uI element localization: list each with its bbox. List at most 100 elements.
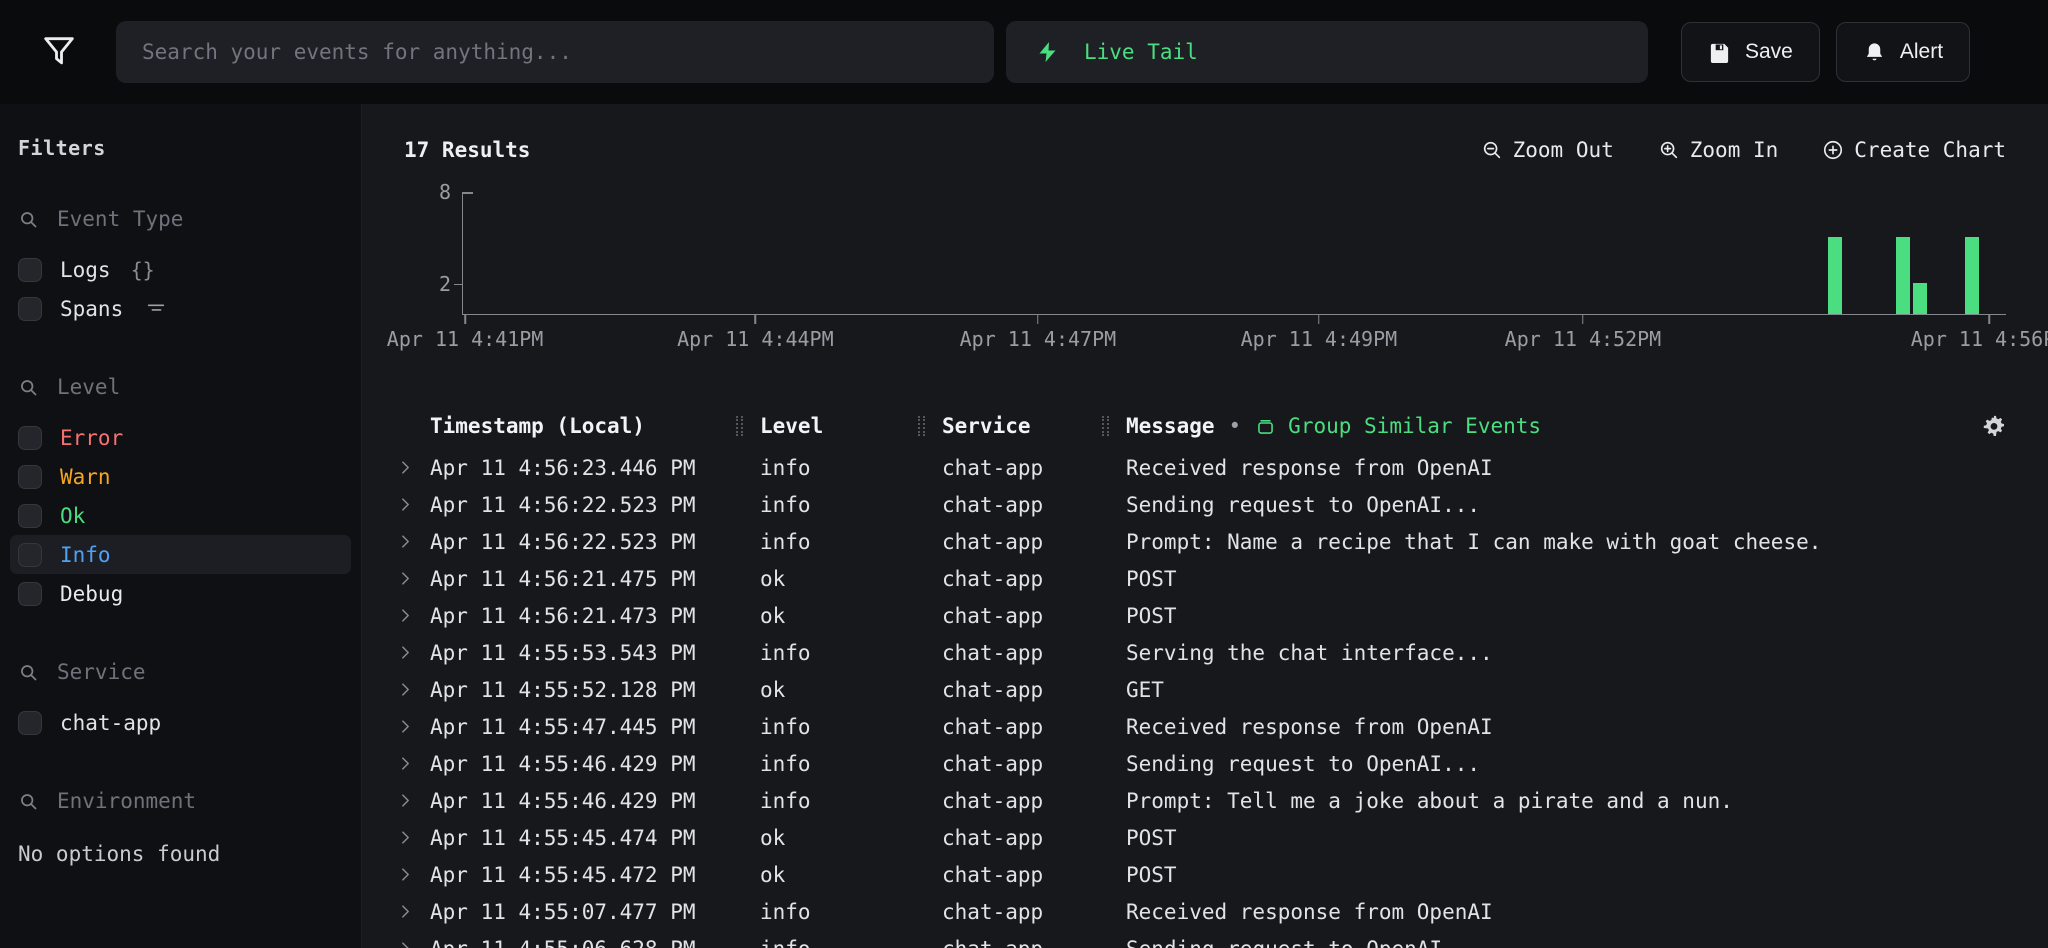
event-service: chat-app (942, 493, 1126, 517)
filter-option-level[interactable]: Error (10, 418, 351, 457)
chevron-right-icon[interactable] (398, 719, 430, 734)
filter-funnel-button[interactable] (36, 29, 82, 75)
event-service: chat-app (942, 604, 1126, 628)
level-checkbox[interactable] (18, 543, 42, 567)
zoom-out-icon (1481, 139, 1503, 161)
level-search[interactable]: Level (18, 372, 343, 402)
filter-option-level[interactable]: Info (10, 535, 351, 574)
level-checkbox[interactable] (18, 465, 42, 489)
chevron-right-icon[interactable] (398, 460, 430, 475)
event-message: Received response from OpenAI (1126, 900, 2006, 924)
search-icon (18, 377, 39, 398)
level-option-label: Warn (60, 465, 111, 489)
create-chart-button[interactable]: Create Chart (1822, 138, 2006, 162)
level-option-label: Ok (60, 504, 85, 528)
bolt-icon (1036, 40, 1060, 64)
level-checkbox[interactable] (18, 504, 42, 528)
y-tick-mark (462, 192, 473, 194)
event-row[interactable]: Apr 11 4:55:52.128 PM ok chat-app GET (398, 671, 2006, 708)
filter-option-level[interactable]: Warn (10, 457, 351, 496)
column-resize-grip[interactable] (736, 416, 743, 436)
alert-button[interactable]: Alert (1836, 22, 1970, 82)
column-resize-grip[interactable] (918, 416, 925, 436)
x-tick-mark (1318, 315, 1320, 324)
event-service: chat-app (942, 863, 1126, 887)
filter-option-chat-app[interactable]: chat-app (10, 703, 351, 742)
funnel-icon (39, 32, 79, 72)
logs-checkbox[interactable] (18, 258, 42, 282)
event-service: chat-app (942, 641, 1126, 665)
logs-braces: {} (131, 258, 155, 282)
event-type-placeholder: Event Type (57, 207, 183, 231)
chevron-right-icon[interactable] (398, 941, 430, 948)
event-type-search[interactable]: Event Type (18, 204, 343, 234)
environment-search[interactable]: Environment (18, 786, 343, 816)
event-row[interactable]: Apr 11 4:55:46.429 PM info chat-app Prom… (398, 782, 2006, 819)
event-row[interactable]: Apr 11 4:55:47.445 PM info chat-app Rece… (398, 708, 2006, 745)
chevron-right-icon[interactable] (398, 534, 430, 549)
level-checkbox[interactable] (18, 426, 42, 450)
chevron-right-icon[interactable] (398, 608, 430, 623)
event-row[interactable]: Apr 11 4:56:21.473 PM ok chat-app POST (398, 597, 2006, 634)
chevron-right-icon[interactable] (398, 867, 430, 882)
circle-plus-icon (1822, 139, 1844, 161)
event-row[interactable]: Apr 11 4:56:22.523 PM info chat-app Send… (398, 486, 2006, 523)
results-count: 17 Results (404, 138, 530, 162)
event-row[interactable]: Apr 11 4:56:21.475 PM ok chat-app POST (398, 560, 2006, 597)
live-tail-button[interactable]: Live Tail (1006, 21, 1648, 83)
filter-option-logs[interactable]: Logs {} (10, 250, 351, 289)
zoom-out-button[interactable]: Zoom Out (1481, 138, 1614, 162)
spans-checkbox[interactable] (18, 297, 42, 321)
chevron-right-icon[interactable] (398, 756, 430, 771)
event-row[interactable]: Apr 11 4:56:22.523 PM info chat-app Prom… (398, 523, 2006, 560)
event-timestamp: Apr 11 4:56:23.446 PM (430, 456, 760, 480)
event-row[interactable]: Apr 11 4:56:23.446 PM info chat-app Rece… (398, 449, 2006, 486)
event-row[interactable]: Apr 11 4:55:53.543 PM info chat-app Serv… (398, 634, 2006, 671)
chat-app-checkbox[interactable] (18, 711, 42, 735)
chart-actions: Zoom Out Zoom In (1481, 138, 2006, 162)
event-row[interactable]: Apr 11 4:55:45.474 PM ok chat-app POST (398, 819, 2006, 856)
event-timestamp: Apr 11 4:55:45.474 PM (430, 826, 760, 850)
event-timestamp: Apr 11 4:56:22.523 PM (430, 530, 760, 554)
service-search[interactable]: Service (18, 657, 343, 687)
event-level: ok (760, 604, 942, 628)
histogram-bar (1913, 283, 1927, 314)
chevron-right-icon[interactable] (398, 571, 430, 586)
chevron-right-icon[interactable] (398, 645, 430, 660)
filter-option-level[interactable]: Debug (10, 574, 351, 613)
event-timestamp: Apr 11 4:55:53.543 PM (430, 641, 760, 665)
chevron-right-icon[interactable] (398, 793, 430, 808)
filter-option-spans[interactable]: Spans (10, 289, 351, 328)
filter-option-level[interactable]: Ok (10, 496, 351, 535)
events-histogram: 82 Apr 11 4:41PMApr 11 4:44PMApr 11 4:47… (404, 192, 2006, 361)
level-column-header: Level (760, 414, 942, 438)
group-box-icon (1255, 416, 1276, 437)
environment-placeholder: Environment (57, 789, 196, 813)
level-checkbox[interactable] (18, 582, 42, 606)
column-resize-grip[interactable] (1102, 416, 1109, 436)
group-similar-events-button[interactable]: Group Similar Events (1255, 414, 1541, 438)
top-bar: Live Tail Save Alert (0, 0, 2048, 104)
chevron-right-icon[interactable] (398, 904, 430, 919)
event-timestamp: Apr 11 4:55:47.445 PM (430, 715, 760, 739)
event-message: POST (1126, 826, 2006, 850)
zoom-in-label: Zoom In (1690, 138, 1779, 162)
spans-icon (145, 298, 167, 320)
event-row[interactable]: Apr 11 4:55:45.472 PM ok chat-app POST (398, 856, 2006, 893)
search-icon (18, 209, 39, 230)
chevron-right-icon[interactable] (398, 830, 430, 845)
event-service: chat-app (942, 678, 1126, 702)
search-input[interactable] (116, 21, 994, 83)
x-tick-mark (464, 315, 466, 324)
event-row[interactable]: Apr 11 4:55:07.477 PM info chat-app Rece… (398, 893, 2006, 930)
save-label: Save (1745, 40, 1793, 64)
message-column-header: Message • Group Similar Events (1126, 414, 2006, 438)
event-row[interactable]: Apr 11 4:55:06.628 PM info chat-app Send… (398, 930, 2006, 948)
chevron-right-icon[interactable] (398, 497, 430, 512)
zoom-in-button[interactable]: Zoom In (1658, 138, 1779, 162)
event-row[interactable]: Apr 11 4:55:46.429 PM info chat-app Send… (398, 745, 2006, 782)
table-settings-gear-icon[interactable] (1982, 414, 2006, 438)
save-button[interactable]: Save (1681, 22, 1820, 82)
event-message: Sending request to OpenAI... (1126, 752, 2006, 776)
chevron-right-icon[interactable] (398, 682, 430, 697)
